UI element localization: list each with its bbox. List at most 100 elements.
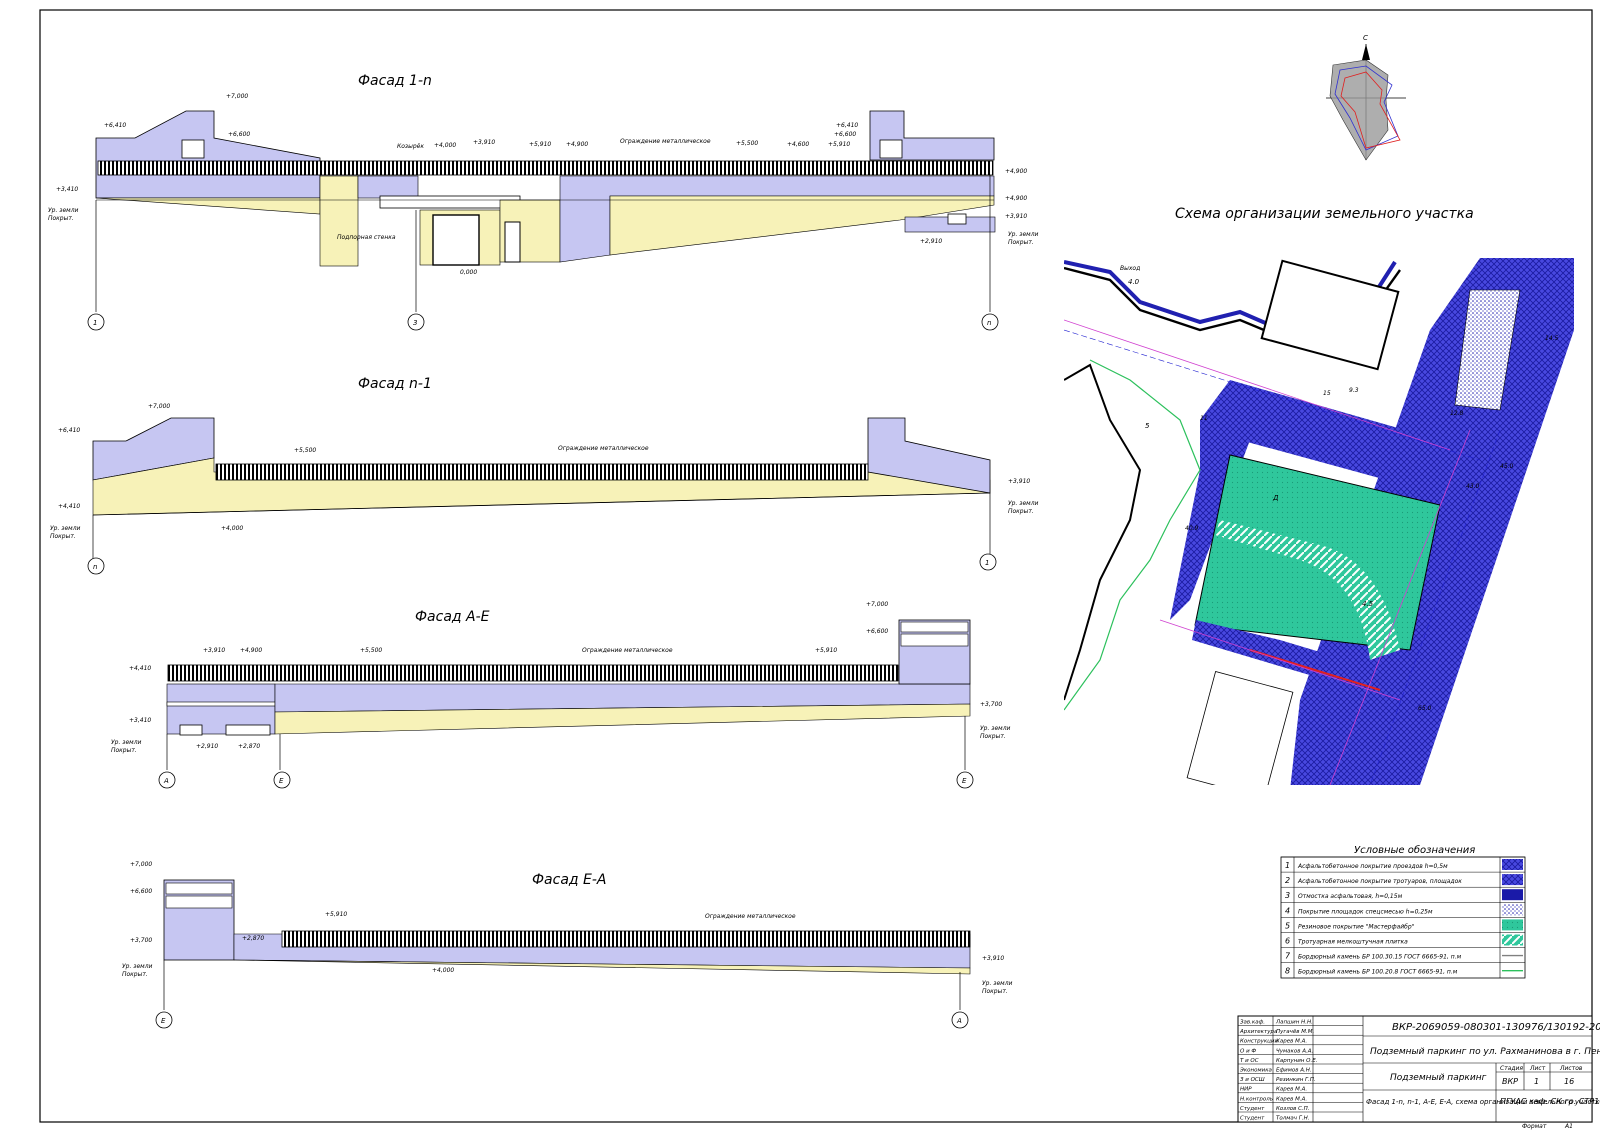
stamp-name: Пугачёв М.М. [1276, 1029, 1315, 1035]
mark-3700-b: +3,700 [130, 937, 152, 944]
stamp-name: Карев М.А. [1276, 1087, 1307, 1093]
axis-3-a: 3 [413, 319, 417, 327]
stamp-role: О и Ф [1240, 1048, 1256, 1054]
stamp-sheet: 1 [1534, 1077, 1539, 1086]
stamp-role: НИР [1240, 1087, 1252, 1093]
axis-e-c: Е [161, 1017, 166, 1025]
mark-3700-a: +3,700 [980, 701, 1002, 708]
mark-3410-a: +3,410 [56, 186, 78, 193]
facade-a-e-ground-r: Ур. земли [980, 725, 1011, 732]
plan-dim-1: 11 [1200, 415, 1208, 422]
facade-n-1: Фасад n-1 Ограждение металлическое +7,00… [50, 376, 1039, 575]
legend-row-number: 6 [1285, 937, 1290, 946]
mark-6410-b: +6,410 [836, 122, 858, 129]
mark-3910-e: +3,910 [982, 955, 1004, 962]
stamp-role: Н.контроль [1240, 1096, 1273, 1102]
stamp-name: Толмач Г.Н. [1276, 1116, 1310, 1122]
legend-row-number: 3 [1285, 891, 1290, 900]
mark-2910-a: +2,910 [920, 238, 942, 245]
facade-1-n-title: Фасад 1-n [358, 73, 432, 89]
site-plan-title: Схема организации земельного участка [1175, 206, 1474, 222]
legend-row-number: 2 [1285, 876, 1290, 885]
plan-dim-6: 43.0 [1466, 483, 1480, 490]
stamp-sheets: 16 [1564, 1077, 1574, 1086]
mark-7000-c: +7,000 [866, 601, 888, 608]
mark-2870-a: +2,870 [238, 743, 260, 750]
plan-building-5: 5 [1145, 422, 1150, 430]
stamp-role: Конструкции [1240, 1039, 1278, 1045]
wind-rose: С [1326, 34, 1406, 161]
legend-row-text: Тротуарная мелкоштучная плитка [1298, 939, 1408, 946]
mark-5910-a: +5,910 [529, 141, 551, 148]
mark-4900-b: +4,900 [1005, 168, 1027, 175]
facade-a-e: Фасад А-Е Ограждение металлическое +7,00… [111, 601, 1011, 789]
facade-a-e-ground-l-sub: Покрыт. [111, 747, 137, 754]
facade-n-1-ground-r-sub: Покрыт. [1008, 508, 1034, 515]
facade-n-1-ground-l: Ур. земли [50, 525, 81, 532]
mark-4600-a: +4,600 [787, 141, 809, 148]
stamp-role: Студент [1240, 1116, 1265, 1122]
facade-1-n-wall-label: Подпорная стенка [337, 234, 396, 241]
mark-7000-d: +7,000 [130, 861, 152, 868]
axis-n-a: n [987, 319, 991, 327]
stamp-sheets-h: Листов [1559, 1065, 1583, 1072]
plan-zone-45: 4.5 [1362, 600, 1374, 608]
north-label: С [1363, 34, 1368, 42]
facade-e-a-fence-label: Ограждение металлическое [705, 913, 796, 920]
facade-e-a-ground-r-sub: Покрыт. [982, 988, 1008, 995]
facade-e-a-ground-r: Ур. земли [982, 980, 1013, 987]
legend: Условные обозначения 1 Асфальтобетонное п… [1280, 844, 1526, 979]
stamp-stage-h: Стадия [1500, 1065, 1523, 1072]
legend-swatch [1502, 904, 1523, 916]
facade-1-n-ground-label: Ур. земли [48, 207, 79, 214]
plan-zone-d: Д [1272, 494, 1279, 502]
facade-1-n: Фасад 1-n Ограждение металлическое Козыр… [48, 73, 1039, 331]
mark-4900-a: +4,900 [566, 141, 588, 148]
title-block: ВКР-2069059-080301-130976/130192-2017 По… [1237, 1015, 1600, 1130]
plan-dim-8: 65.0 [1418, 705, 1432, 712]
legend-row-text: Бордюрный камень БР 100.20.8 ГОСТ 6665-9… [1298, 969, 1458, 976]
mark-3410-b: +3,410 [129, 717, 151, 724]
stamp-name: Лапшин Н.Н. [1275, 1020, 1313, 1026]
mark-6600-c: +6,600 [866, 628, 888, 635]
facade-a-e-ground-r-sub: Покрыт. [980, 733, 1006, 740]
mark-3910-a: +3,910 [473, 139, 495, 146]
legend-row-number: 4 [1285, 906, 1290, 915]
stamp-org: ПГУАС каф. СК гр. СТР1-43 [1500, 1097, 1600, 1106]
facade-e-a-ground-l: Ур. земли [122, 963, 153, 970]
mark-5900-a: +5,910 [815, 647, 837, 654]
stamp-code: ВКР-2069059-080301-130976/130192-2017 [1392, 1022, 1600, 1033]
legend-row-text: Бордюрный камень БР 100.30.15 ГОСТ 6665-… [1298, 954, 1462, 961]
plan-dim-9: 15 [1323, 390, 1331, 397]
plan-building-40: 4.0 [1128, 278, 1140, 286]
facade-e-a: Фасад Е-А Ограждение металлическое +7,00… [122, 861, 1013, 1029]
mark-5500-a: +5,500 [736, 140, 758, 147]
facade-a-e-ground-l: Ур. земли [111, 739, 142, 746]
mark-4700-a: +4,410 [58, 503, 80, 510]
stamp-format: Формат [1522, 1123, 1547, 1130]
legend-row-number: 5 [1285, 921, 1290, 930]
mark-4000-c: +4,000 [432, 967, 454, 974]
stamp-name: Карев М.А. [1276, 1039, 1307, 1045]
mark-4000-a: +4,000 [434, 142, 456, 149]
mark-6500-a: +5,500 [360, 647, 382, 654]
legend-swatch [1502, 889, 1523, 901]
stamp-role: Зав.каф. [1240, 1020, 1265, 1026]
mark-3910-c: +3,910 [1008, 478, 1030, 485]
mark-2910-b: +2,910 [196, 743, 218, 750]
mark-4870-a: +2,870 [242, 935, 264, 942]
legend-swatch [1502, 919, 1523, 931]
legend-row-text: Асфальтобетонное покрытие проездов h=0,5… [1297, 863, 1448, 870]
axis-e-a: Е [279, 777, 284, 785]
axis-e-b: Е [962, 777, 967, 785]
facade-n-1-ground-r: Ур. земли [1008, 500, 1039, 507]
stamp-stage: ВКР [1502, 1077, 1518, 1086]
mark-7000-a: +7,000 [226, 93, 248, 100]
legend-row-number: 1 [1285, 861, 1290, 870]
facade-1-n-ground-sub: Покрыт. [48, 215, 74, 222]
legend-row-text: Резиновое покрытие "Мастерфайбр" [1298, 923, 1415, 930]
legend-swatch [1502, 934, 1523, 946]
plan-exit-label: Выход [1120, 265, 1140, 272]
facade-a-e-title: Фасад А-Е [415, 609, 490, 625]
legend-row-text: Асфальтобетонное покрытие тротуаров, пло… [1297, 878, 1462, 885]
